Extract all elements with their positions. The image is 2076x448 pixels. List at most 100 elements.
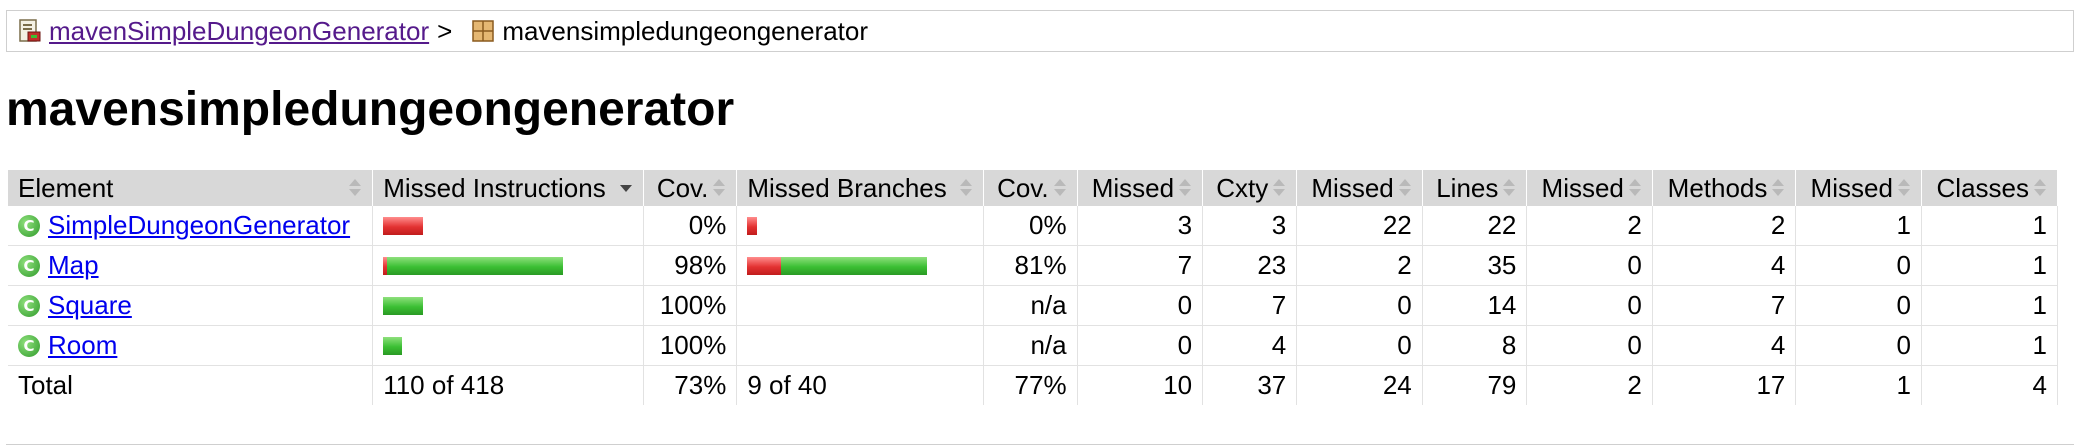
total-complexity: 37 [1202,365,1298,405]
sort-icon [959,178,973,198]
header-complexity[interactable]: Cxty [1202,170,1298,206]
total-row: Total 110 of 418 73% 9 of 40 77% 10 37 2… [8,365,2059,405]
missed-classes: 1 [1795,206,1922,246]
table-row: C SimpleDungeonGenerator 0% 0% 3 3 22 22 2 2 1 1 [8,206,2059,246]
header-missed-lines[interactable]: Missed [1296,170,1423,206]
class-icon: C [18,254,40,277]
table-header-row: Element Missed Instructions Cov. Missed … [8,170,2059,206]
branches-bar-cell [736,325,984,366]
total-branches: 9 of 40 [736,365,984,405]
instructions-bar-cell [372,325,644,366]
sort-icon [1053,178,1067,198]
sort-descending-icon [619,178,633,198]
header-missed-instructions[interactable]: Missed Instructions [372,170,644,206]
instructions-coverage-bar [383,336,633,355]
class-icon: C [18,334,40,357]
missed-methods: 0 [1526,245,1653,286]
header-classes[interactable]: Classes [1921,170,2059,206]
instructions-bar-cell [372,285,644,326]
header-instructions-coverage[interactable]: Cov. [643,170,738,206]
package-icon [470,18,496,44]
sort-icon [1502,178,1516,198]
breadcrumb-root-link[interactable]: mavenSimpleDungeonGenerator [49,16,429,47]
sort-icon [1398,178,1412,198]
element-link[interactable]: Square [48,290,132,321]
element-cell: C Room [8,325,374,366]
instructions-coverage: 100% [643,285,738,326]
total-lines: 79 [1422,365,1528,405]
methods: 4 [1652,325,1797,366]
coverage-table: Element Missed Instructions Cov. Missed … [8,170,2059,405]
instructions-bar-cell [372,245,644,286]
bottom-divider [6,444,2074,445]
element-link[interactable]: Map [48,250,99,281]
element-link[interactable]: Room [48,330,117,361]
missed-bar-segment [747,256,782,275]
missed-classes: 0 [1795,325,1922,366]
covered-bar-segment [387,256,564,275]
missed-complexity: 7 [1077,245,1204,286]
missed-classes: 0 [1795,285,1922,326]
total-label: Total [8,365,374,405]
branches-coverage-bar [747,216,973,235]
instructions-bar-cell [372,206,644,246]
classes: 1 [1921,325,2059,366]
branches-coverage: 0% [983,206,1078,246]
covered-bar-segment [383,296,424,315]
missed-lines: 22 [1296,206,1423,246]
class-icon: C [18,214,40,237]
sort-icon [1771,178,1785,198]
classes: 1 [1921,245,2059,286]
branches-coverage: 81% [983,245,1078,286]
lines: 14 [1422,285,1528,326]
header-element[interactable]: Element [8,170,374,206]
table-row: C Map 98% 81% 7 23 2 35 0 4 0 1 [8,245,2059,286]
lines: 8 [1422,325,1528,366]
missed-methods: 0 [1526,285,1653,326]
header-missed-branches[interactable]: Missed Branches [736,170,984,206]
total-missed-complexity: 10 [1077,365,1204,405]
total-missed-lines: 24 [1296,365,1423,405]
branches-bar-cell [736,206,984,246]
element-cell: C Map [8,245,374,286]
sort-icon [1628,178,1642,198]
table-row: C Room 100% n/a 0 4 0 8 0 4 0 1 [8,325,2059,366]
sort-icon [1272,178,1286,198]
instructions-coverage: 100% [643,325,738,366]
branches-bar-cell [736,245,984,286]
complexity: 4 [1202,325,1298,366]
methods: 4 [1652,245,1797,286]
header-methods[interactable]: Methods [1652,170,1797,206]
table-row: C Square 100% n/a 0 7 0 14 0 7 0 1 [8,285,2059,326]
total-classes: 4 [1921,365,2059,405]
element-link[interactable]: SimpleDungeonGenerator [48,210,350,241]
instructions-coverage-bar [383,256,633,275]
branches-bar-cell [736,285,984,326]
missed-lines: 0 [1296,325,1423,366]
sort-icon [2033,178,2047,198]
missed-lines: 2 [1296,245,1423,286]
total-instructions: 110 of 418 [372,365,644,405]
instructions-coverage: 98% [643,245,738,286]
header-missed-classes[interactable]: Missed [1795,170,1922,206]
instructions-coverage-bar [383,296,633,315]
instructions-coverage: 0% [643,206,738,246]
report-icon [17,18,43,44]
total-methods: 17 [1652,365,1797,405]
header-missed-complexity[interactable]: Missed [1077,170,1204,206]
total-instructions-coverage: 73% [643,365,738,405]
lines: 35 [1422,245,1528,286]
missed-bar-segment [747,216,758,235]
complexity: 23 [1202,245,1298,286]
complexity: 7 [1202,285,1298,326]
sort-icon [348,178,362,198]
header-lines[interactable]: Lines [1422,170,1528,206]
branches-coverage: n/a [983,325,1078,366]
header-missed-methods[interactable]: Missed [1526,170,1653,206]
total-missed-classes: 1 [1795,365,1922,405]
header-branches-coverage[interactable]: Cov. [983,170,1078,206]
class-icon: C [18,294,40,317]
classes: 1 [1921,285,2059,326]
methods: 2 [1652,206,1797,246]
missed-complexity: 0 [1077,285,1204,326]
